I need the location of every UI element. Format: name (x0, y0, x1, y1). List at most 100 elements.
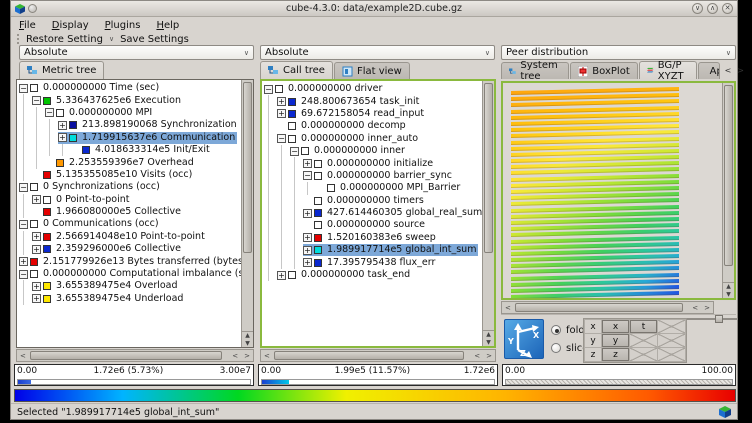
call-vertical-scrollbar[interactable]: ▲▼ (482, 81, 494, 346)
tree-row[interactable]: 5.135355085e10 Visits (occ) (19, 169, 241, 181)
scroll-down-icon[interactable]: ▼ (486, 339, 491, 347)
tree-row[interactable]: −5.336437625e6 Execution (19, 94, 241, 106)
expand-icon[interactable]: + (303, 233, 312, 242)
expand-icon[interactable]: + (303, 209, 312, 218)
dim-button-x[interactable]: x (602, 320, 629, 333)
collapse-icon[interactable]: − (32, 96, 41, 105)
tree-row[interactable]: +2.151779926e13 Bytes transferred (bytes… (19, 255, 241, 267)
call-horizontal-scrollbar[interactable]: < < > (260, 349, 496, 362)
scroll-left-icon[interactable]: < (471, 352, 483, 360)
collapse-icon[interactable]: − (45, 108, 54, 117)
scroll-right-icon[interactable]: > (483, 352, 495, 360)
tree-row[interactable]: +0 Point-to-point (19, 194, 241, 206)
metric-vertical-scrollbar[interactable]: ▲▼ (241, 80, 253, 347)
tab-scroll-left-icon[interactable]: < (723, 65, 734, 76)
scroll-left-icon[interactable]: < (17, 352, 29, 360)
expand-icon[interactable]: + (58, 133, 67, 142)
menu-help[interactable]: Help (156, 20, 179, 31)
tree-row[interactable]: −0.000000000 Computational imbalance (se… (19, 268, 241, 280)
tree-row[interactable]: +69.672158054 read_input (264, 108, 482, 120)
tree-row[interactable]: +1.719915637e6 Communication (19, 132, 241, 144)
tree-row[interactable]: +1.520160383e6 sweep (264, 232, 482, 244)
scroll-left-icon[interactable]: < (229, 352, 241, 360)
expand-icon[interactable]: + (303, 246, 312, 255)
collapse-icon[interactable]: − (303, 171, 312, 180)
expand-icon[interactable]: + (277, 97, 286, 106)
tree-row[interactable]: +1.989917714e5 global_int_sum (264, 244, 482, 256)
tab-system-tree[interactable]: System tree (501, 62, 569, 79)
tree-row[interactable]: +2.359296000e6 Collective (19, 243, 241, 255)
tab-metric-tree[interactable]: Metric tree (19, 61, 104, 79)
collapse-icon[interactable]: − (290, 147, 299, 156)
slice-radio[interactable] (551, 343, 561, 353)
save-settings-button[interactable]: Save Settings (120, 34, 189, 45)
menu-display[interactable]: Display (52, 20, 89, 31)
metric-value-mode-combobox[interactable]: Absolute∨ (19, 45, 254, 60)
tree-row[interactable]: −0.000000000 Time (sec) (19, 82, 241, 94)
call-value-mode-combobox[interactable]: Absolute∨ (260, 45, 495, 60)
expand-icon[interactable]: + (32, 282, 41, 291)
tab-application[interactable]: App (698, 62, 720, 79)
dim-button-t[interactable]: t (630, 320, 657, 333)
expand-icon[interactable]: + (58, 121, 67, 130)
minimize-button[interactable]: ∨ (692, 3, 703, 14)
topology-vertical-scrollbar[interactable]: ▲▼ (722, 83, 734, 298)
restore-setting-dropdown-icon[interactable]: ∨ (109, 35, 114, 43)
tree-row[interactable]: 0.000000000 timers (264, 195, 482, 207)
topology-horizontal-scrollbar[interactable]: < < > (501, 301, 714, 314)
call-tree[interactable]: −0.000000000 driver+248.800673654 task_i… (262, 81, 482, 346)
tree-row[interactable]: −0.000000000 barrier_sync (264, 170, 482, 182)
window-menu-icon[interactable] (28, 4, 37, 13)
axis-orientation-icon[interactable]: X Y Z (504, 319, 544, 359)
expand-icon[interactable]: + (32, 195, 41, 204)
tree-row[interactable]: +0.000000000 task_end (264, 269, 482, 281)
tab-boxplot[interactable]: BoxPlot (570, 62, 637, 79)
tab-scroll-right-icon[interactable]: > (735, 65, 746, 76)
fold-radio[interactable] (551, 325, 561, 335)
expand-icon[interactable]: + (277, 109, 286, 118)
collapse-icon[interactable]: − (264, 85, 273, 94)
menu-plugins[interactable]: Plugins (105, 20, 141, 31)
expand-icon[interactable]: + (32, 294, 41, 303)
tree-row[interactable]: +427.614460305 global_real_sum (264, 207, 482, 219)
metric-tree[interactable]: −0.000000000 Time (sec)−5.336437625e6 Ex… (17, 80, 241, 347)
tree-row[interactable]: −0.000000000 MPI (19, 107, 241, 119)
toolbar-drag-handle[interactable] (17, 34, 20, 44)
title-bar[interactable]: cube-4.3.0: data/example2D.cube.gz ∨ ∧ ✕ (11, 1, 737, 17)
tree-row[interactable]: −0.000000000 inner_auto (264, 133, 482, 145)
tree-row[interactable]: 2.253559396e7 Overhead (19, 156, 241, 168)
expand-icon[interactable]: + (32, 232, 41, 241)
tree-row[interactable]: 0.000000000 source (264, 219, 482, 231)
tree-row[interactable]: +213.898190068 Synchronization (19, 119, 241, 131)
close-button[interactable]: ✕ (722, 3, 733, 14)
tree-row[interactable]: +17.395795438 flux_err (264, 256, 482, 268)
cube-status-icon[interactable] (719, 406, 731, 418)
scroll-right-icon[interactable]: > (241, 352, 253, 360)
tree-row[interactable]: −0 Communications (occ) (19, 218, 241, 230)
tree-row[interactable]: +3.655389475e4 Overload (19, 280, 241, 292)
tree-row[interactable]: 4.018633314e5 Init/Exit (19, 144, 241, 156)
collapse-icon[interactable]: − (19, 220, 28, 229)
expand-icon[interactable]: + (303, 159, 312, 168)
expand-icon[interactable]: + (277, 271, 286, 280)
tree-row[interactable]: 1.966080000e5 Collective (19, 206, 241, 218)
scroll-up-icon[interactable]: ▲ (486, 331, 491, 339)
restore-setting-button[interactable]: Restore Setting (26, 34, 103, 45)
collapse-icon[interactable]: − (277, 134, 286, 143)
expand-icon[interactable]: + (303, 258, 312, 267)
dim-button-y[interactable]: y (602, 334, 629, 347)
tree-row[interactable]: +0.000000000 initialize (264, 157, 482, 169)
tree-row[interactable]: 0.000000000 decomp (264, 120, 482, 132)
scroll-up-icon[interactable]: ▲ (245, 332, 250, 340)
expand-icon[interactable]: + (32, 245, 41, 254)
tab-bgp-xyzt[interactable]: BG/P XYZT (639, 61, 697, 79)
scroll-left-icon[interactable]: < (261, 352, 273, 360)
collapse-icon[interactable]: − (19, 183, 28, 192)
scroll-down-icon[interactable]: ▼ (245, 340, 250, 348)
tree-row[interactable]: −0 Synchronizations (occ) (19, 181, 241, 193)
scroll-left-icon[interactable]: < (689, 304, 701, 312)
collapse-icon[interactable]: − (19, 270, 28, 279)
tree-row[interactable]: −0.000000000 inner (264, 145, 482, 157)
metric-horizontal-scrollbar[interactable]: < < > (16, 349, 254, 362)
collapse-icon[interactable]: − (19, 84, 28, 93)
